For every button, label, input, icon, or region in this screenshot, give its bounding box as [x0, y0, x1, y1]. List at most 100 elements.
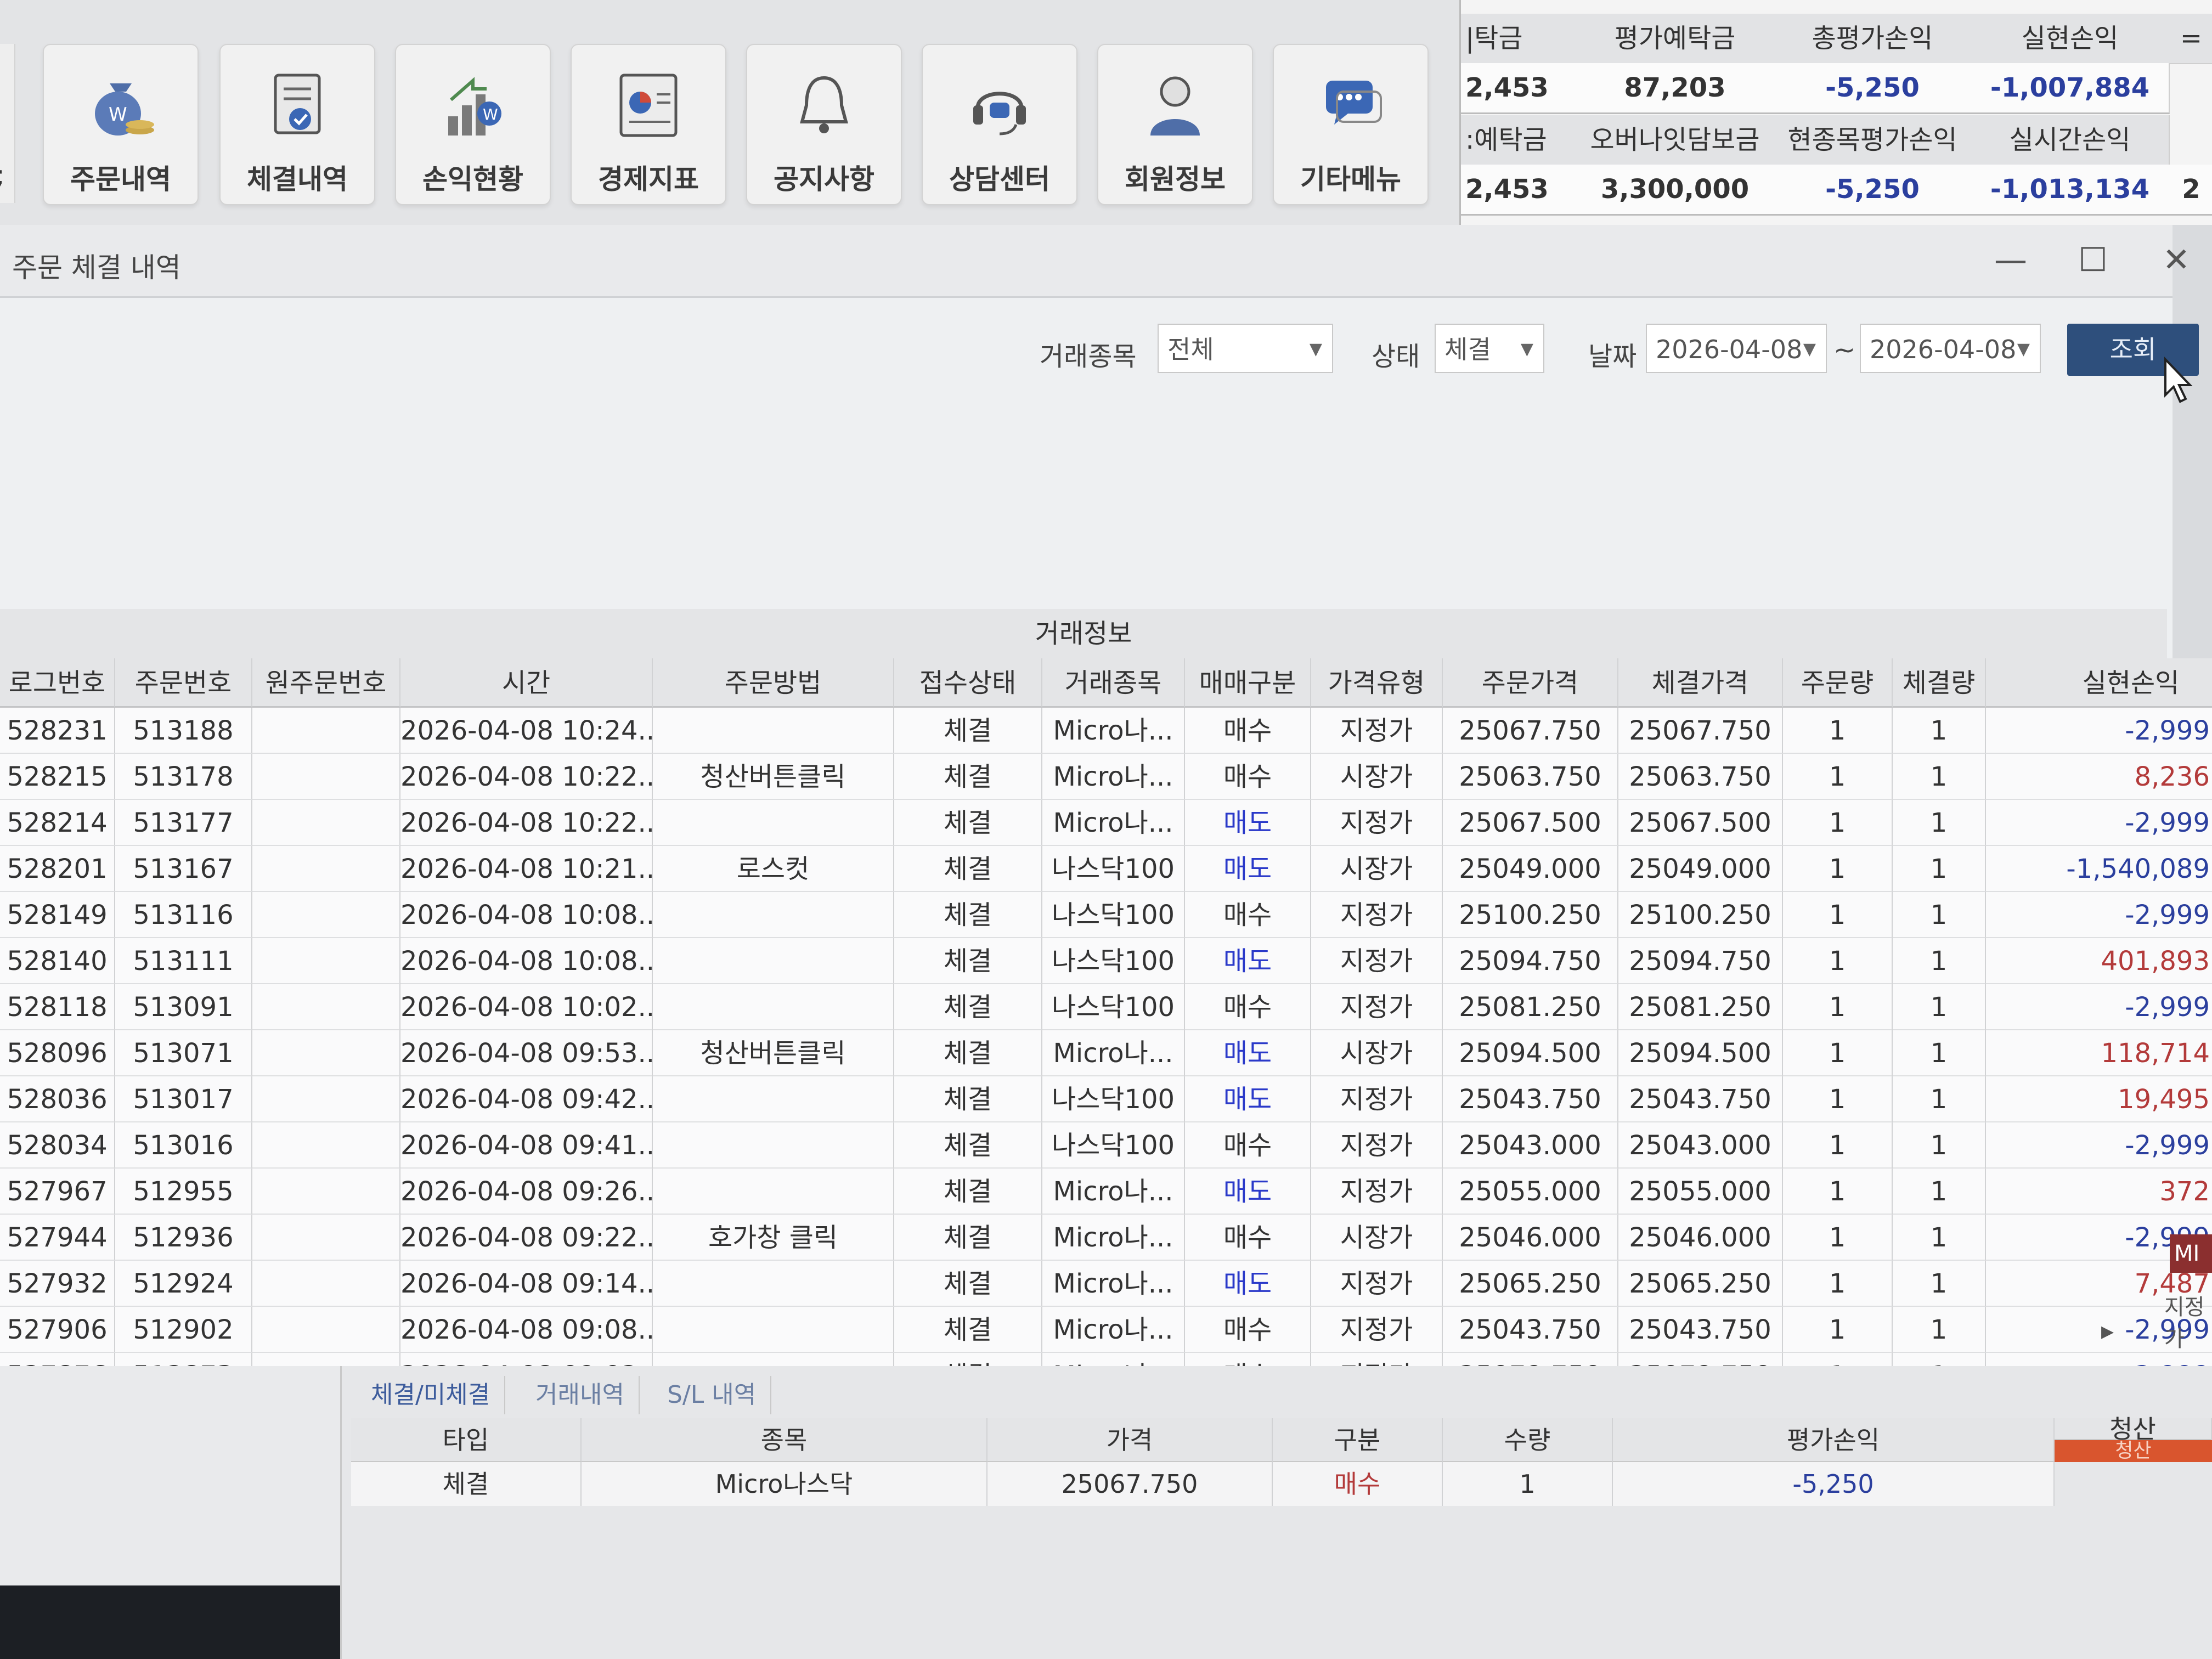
acct-head-current-eval-pnl: 현종목평가손익 [1774, 115, 1972, 166]
cell-time: 2026-04-08 09:26... [400, 1169, 653, 1215]
cell-log-no: 528214 [0, 800, 115, 846]
cell-order-method: 청산버튼클릭 [653, 754, 894, 800]
cell-order-qty: 1 [1783, 938, 1893, 984]
cell-time: 2026-04-08 10:24... [400, 708, 653, 754]
col-header-item[interactable]: 거래종목 [1042, 658, 1185, 708]
cell-order-qty: 1 [1783, 754, 1893, 800]
cell-item: Micro나... [1042, 754, 1185, 800]
menu-execution-history[interactable]: 체결내역 [219, 44, 375, 205]
date-to-select[interactable]: 2026-04-08 ▼ [1860, 324, 2041, 373]
menu-edge-tile[interactable]: ; [0, 44, 15, 203]
col-header-price-type[interactable]: 가격유형 [1311, 658, 1443, 708]
date-from-select[interactable]: 2026-04-08 ▼ [1646, 324, 1827, 373]
side-order-tag[interactable]: MI [2170, 1234, 2212, 1273]
tab-sl-history[interactable]: S/L 내역 [653, 1376, 772, 1414]
account-summary: |탁금 평가예탁금 총평가손익 실현손익 = 2,453 87,203 -5,2… [1459, 0, 2212, 225]
cell-order-no: 513091 [115, 984, 252, 1030]
cell-receipt-status: 체결 [894, 708, 1042, 754]
cell-price-type: 지정가 [1311, 1169, 1443, 1215]
top-menu-bar: ; W 주문내역 체결내역 W 손익현황 [0, 0, 1459, 226]
minimize-button[interactable]: — [1980, 238, 2041, 282]
cell-log-no: 527944 [0, 1215, 115, 1261]
window-titlebar[interactable]: 주문 체결 내역 — ☐ ✕ [0, 225, 2190, 298]
menu-order-history[interactable]: W 주문내역 [43, 44, 199, 205]
menu-economic-indicators[interactable]: 경제지표 [571, 44, 726, 205]
cell-orig-order-no [252, 1261, 400, 1307]
cell-order-method [653, 1076, 894, 1122]
col-header-side[interactable]: 매매구분 [1185, 658, 1311, 708]
col-header-order-no[interactable]: 주문번호 [115, 658, 252, 708]
document-check-icon [274, 74, 321, 134]
bottom-col-price: 가격 [988, 1418, 1273, 1462]
cell-receipt-status: 체결 [894, 754, 1042, 800]
cell-price-type: 지정가 [1311, 938, 1443, 984]
menu-notices[interactable]: 공지사항 [746, 44, 902, 205]
cell-item: Micro나... [1042, 1261, 1185, 1307]
cell-order-qty: 1 [1783, 984, 1893, 1030]
col-header-receipt-status[interactable]: 접수상태 [894, 658, 1042, 708]
window-title: 주문 체결 내역 [12, 252, 181, 284]
cell-orig-order-no [252, 938, 400, 984]
cell-exec-price: 25049.000 [1618, 846, 1783, 892]
cell-orig-order-no [252, 1169, 400, 1215]
tab-executed-unexecuted[interactable]: 체결/미체결 [357, 1376, 506, 1414]
col-header-log-no[interactable]: 로그번호 [0, 658, 115, 708]
cell-order-price: 25049.000 [1443, 846, 1618, 892]
cell-order-price: 25043.750 [1443, 1076, 1618, 1122]
status-filter-label: 상태 [1372, 341, 1420, 372]
cell-time: 2026-04-08 10:22... [400, 754, 653, 800]
col-header-order-method[interactable]: 주문방법 [653, 658, 894, 708]
acct-val-deposit-2: 2,453 [1461, 165, 1582, 216]
col-header-exec-price[interactable]: 체결가격 [1618, 658, 1783, 708]
growth-chart-icon: W [448, 77, 501, 136]
menu-member-info[interactable]: 회원정보 [1097, 44, 1253, 205]
bottom-cell-item: Micro나스닥 [582, 1462, 988, 1506]
cell-receipt-status: 체결 [894, 1215, 1042, 1261]
col-header-time[interactable]: 시간 [400, 658, 653, 708]
headset-icon [973, 92, 1026, 136]
cell-item: Micro나... [1042, 708, 1185, 754]
cell-price-type: 시장가 [1311, 1215, 1443, 1261]
cell-orig-order-no [252, 1307, 400, 1353]
cell-realized-pnl: -2,999 [1986, 1122, 2212, 1169]
cell-receipt-status: 체결 [894, 984, 1042, 1030]
cell-order-qty: 1 [1783, 708, 1893, 754]
cell-order-no: 513071 [115, 1030, 252, 1076]
menu-support-center[interactable]: 상담센터 [922, 44, 1077, 205]
cell-side: 매수 [1185, 1307, 1311, 1353]
cell-exec-qty: 1 [1893, 1030, 1986, 1076]
acct-head-deposit: |탁금 [1461, 14, 1582, 64]
col-header-order-price[interactable]: 주문가격 [1443, 658, 1618, 708]
item-filter-select[interactable]: 전체 ▼ [1158, 324, 1333, 373]
status-filter-select[interactable]: 체결 ▼ [1435, 324, 1544, 373]
cell-receipt-status: 체결 [894, 938, 1042, 984]
report-chart-icon [619, 74, 678, 137]
date-separator: ~ [1833, 335, 1856, 365]
acct-head-realtime-pnl: 실시간손익 [1971, 115, 2170, 166]
cell-order-qty: 1 [1783, 800, 1893, 846]
tab-trade-history[interactable]: 거래내역 [521, 1376, 640, 1414]
cell-price-type: 지정가 [1311, 1122, 1443, 1169]
menu-etc[interactable]: 기타메뉴 [1273, 44, 1429, 205]
svg-text:W: W [109, 104, 127, 126]
cell-price-type: 지정가 [1311, 1076, 1443, 1122]
cell-order-no: 513167 [115, 846, 252, 892]
maximize-button[interactable]: ☐ [2063, 238, 2123, 282]
cell-item: 나스닥100 [1042, 1122, 1185, 1169]
cell-orig-order-no [252, 892, 400, 938]
col-header-exec-qty[interactable]: 체결량 [1893, 658, 1986, 708]
bottom-col-qty: 수량 [1443, 1418, 1613, 1462]
cell-item: 나스닥100 [1042, 846, 1185, 892]
menu-pnl-status[interactable]: W 손익현황 [395, 44, 551, 205]
cell-time: 2026-04-08 09:53... [400, 1030, 653, 1076]
menu-execution-history-label: 체결내역 [247, 163, 348, 195]
col-header-orig-order-no[interactable]: 원주문번호 [252, 658, 400, 708]
cell-price-type: 지정가 [1311, 984, 1443, 1030]
col-header-realized-pnl[interactable]: 실현손익 [1986, 658, 2212, 708]
cell-order-qty: 1 [1783, 846, 1893, 892]
scroll-right-icon[interactable]: ▶ [2101, 1322, 2114, 1341]
close-button[interactable]: ✕ [2146, 238, 2207, 282]
col-header-order-qty[interactable]: 주문량 [1783, 658, 1893, 708]
cell-receipt-status: 체결 [894, 1169, 1042, 1215]
close-position-button[interactable]: 청산 [2055, 1440, 2212, 1462]
